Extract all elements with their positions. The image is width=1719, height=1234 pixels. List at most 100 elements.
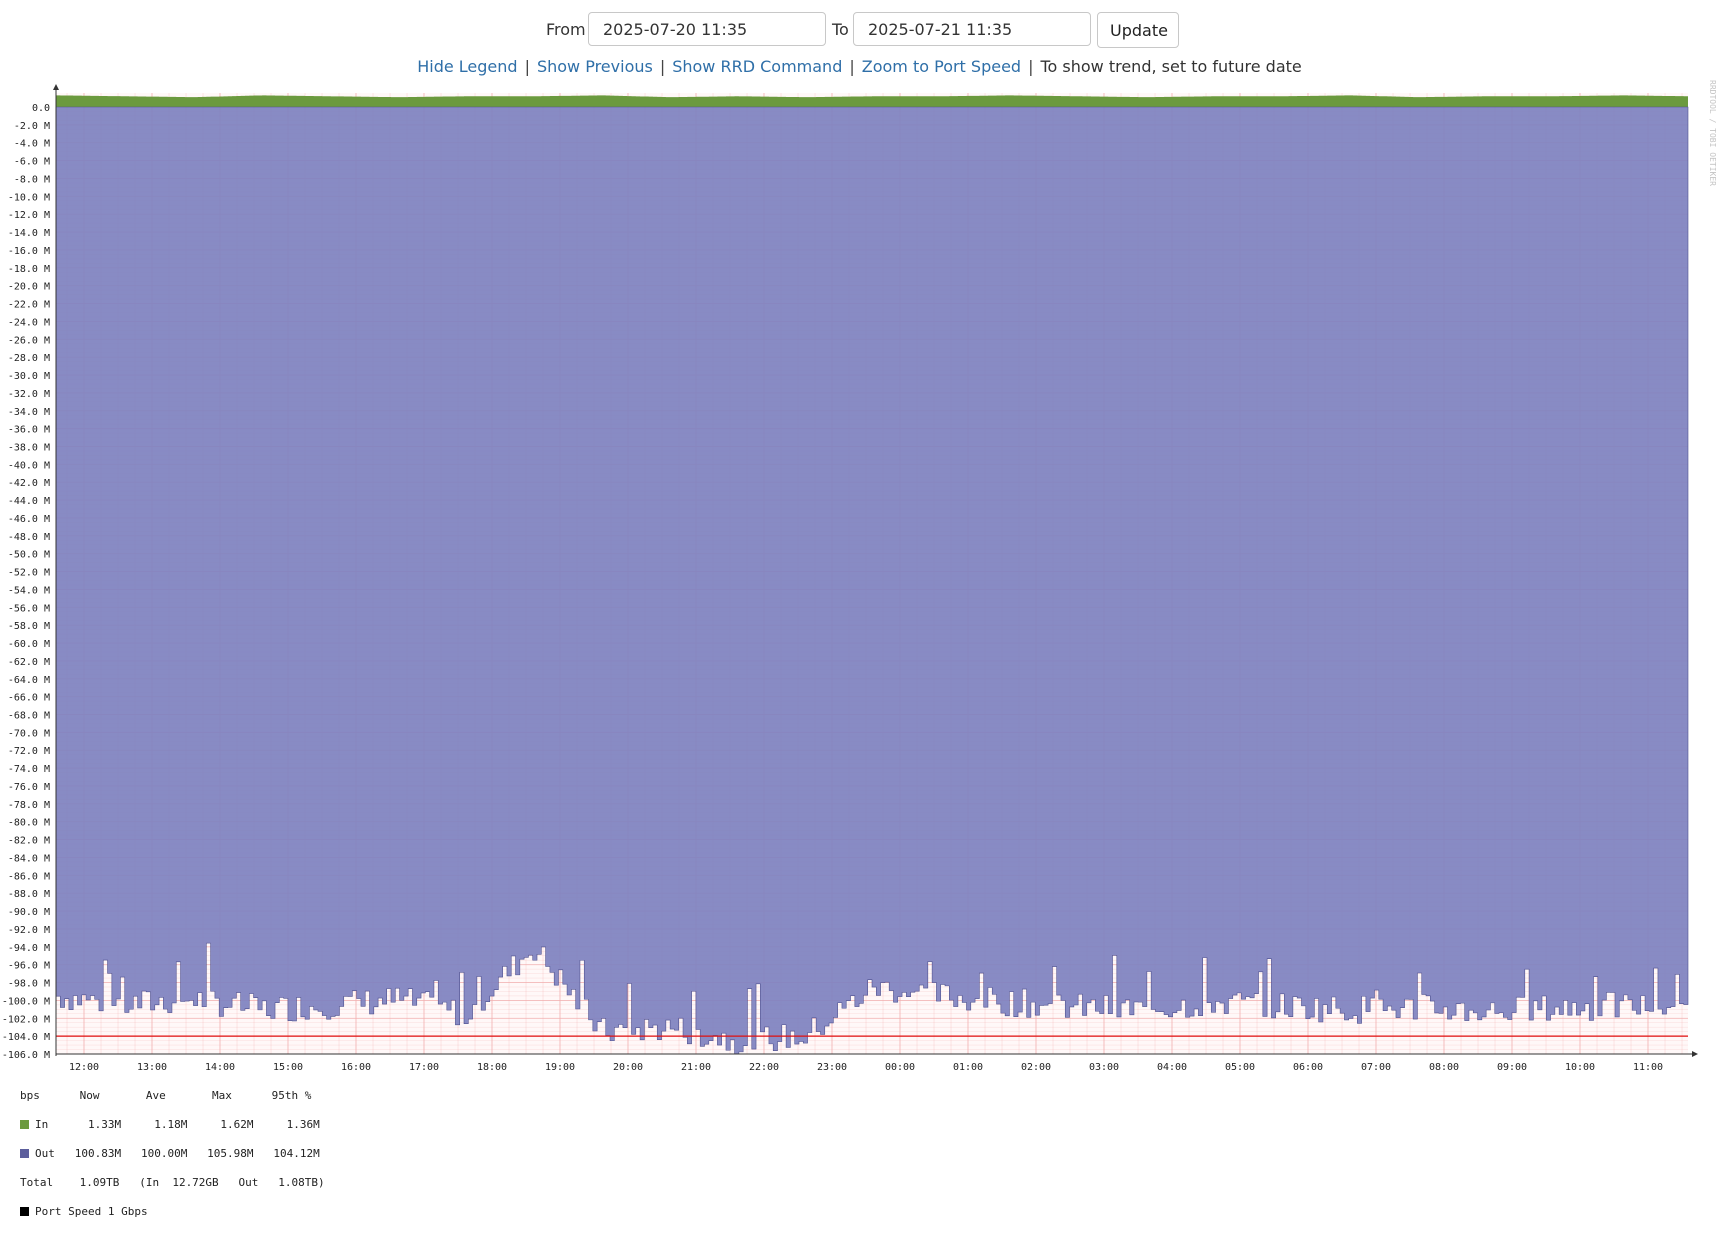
link-separator: | [849, 57, 855, 76]
out-swatch-icon [20, 1148, 29, 1158]
y-tick-label: -38.0 M [8, 442, 50, 453]
x-axis-ticks: 12:00 13:00 14:00 15:00 16:00 17:00 18:00 19:00… [69, 1062, 1663, 1070]
x-tick-label: 00:00 [885, 1062, 915, 1070]
y-tick-label: -2.0 M [14, 121, 50, 132]
x-tick-label: 23:00 [817, 1062, 847, 1070]
legend-in-row: In 1.33M 1.18M 1.62M 1.36M [20, 1118, 325, 1133]
x-tick-label: 07:00 [1361, 1062, 1391, 1070]
show-rrd-command-link[interactable]: Show RRD Command [672, 57, 842, 76]
y-tick-label: -94.0 M [8, 943, 50, 954]
to-label: To [832, 20, 849, 39]
y-tick-label: -74.0 M [8, 764, 50, 775]
legend: bps Now Ave Max 95th % In 1.33M 1.18M 1.… [20, 1074, 325, 1234]
update-button[interactable]: Update [1097, 12, 1179, 48]
y-tick-label: -86.0 M [8, 871, 50, 882]
y-tick-label: -34.0 M [8, 407, 50, 418]
y-tick-label: -40.0 M [8, 460, 50, 471]
y-tick-label: -54.0 M [8, 585, 50, 596]
y-tick-label: -64.0 M [8, 675, 50, 686]
legend-out-text: Out 100.83M 100.00M 105.98M 104.12M [35, 1146, 320, 1160]
y-tick-label: -30.0 M [8, 371, 50, 382]
link-separator: | [524, 57, 530, 76]
x-tick-label: 02:00 [1021, 1062, 1051, 1070]
in-traffic-area [56, 95, 1688, 107]
y-tick-label: -16.0 M [8, 246, 50, 257]
y-tick-label: -78.0 M [8, 800, 50, 811]
x-tick-label: 03:00 [1089, 1062, 1119, 1070]
y-tick-label: -48.0 M [8, 532, 50, 543]
y-tick-label: -4.0 M [14, 139, 50, 150]
legend-port-text: Port Speed 1 Gbps [35, 1204, 148, 1218]
hide-legend-link[interactable]: Hide Legend [417, 57, 517, 76]
x-tick-label: 19:00 [545, 1062, 575, 1070]
y-tick-label: -92.0 M [8, 925, 50, 936]
y-tick-label: -28.0 M [8, 353, 50, 364]
x-tick-label: 08:00 [1429, 1062, 1459, 1070]
y-tick-label: -26.0 M [8, 335, 50, 346]
x-tick-label: 11:00 [1633, 1062, 1663, 1070]
y-tick-label: -12.0 M [8, 210, 50, 221]
legend-header: bps Now Ave Max 95th % [20, 1088, 312, 1102]
from-date-input[interactable] [588, 12, 826, 46]
date-range-controls: From To Update [0, 12, 1719, 52]
x-tick-label: 10:00 [1565, 1062, 1595, 1070]
y-tick-label: -60.0 M [8, 639, 50, 650]
from-label: From [546, 20, 586, 39]
x-tick-label: 20:00 [613, 1062, 643, 1070]
y-tick-label: -46.0 M [8, 514, 50, 525]
y-tick-label: -98.0 M [8, 979, 50, 990]
y-tick-label: -36.0 M [8, 425, 50, 436]
y-tick-label: -66.0 M [8, 693, 50, 704]
x-tick-label: 15:00 [273, 1062, 303, 1070]
y-axis-ticks: 0.0 -2.0 M -4.0 M -6.0 M -8.0 M -10.0 M -12.0 … [2, 103, 50, 1061]
link-separator: | [659, 57, 666, 76]
y-tick-label: -22.0 M [8, 300, 50, 311]
zoom-port-speed-link[interactable]: Zoom to Port Speed [862, 57, 1021, 76]
graph-options-links: Hide Legend | Show Previous | Show RRD Comma… [0, 57, 1719, 76]
legend-out-row: Out 100.83M 100.00M 105.98M 104.12M [20, 1147, 325, 1162]
to-date-input[interactable] [853, 12, 1091, 46]
y-tick-label: -44.0 M [8, 496, 50, 507]
x-tick-label: 04:00 [1157, 1062, 1187, 1070]
x-tick-label: 13:00 [137, 1062, 167, 1070]
y-tick-label: -102.0 M [2, 1014, 50, 1025]
legend-in-text: In 1.33M 1.18M 1.62M 1.36M [35, 1117, 320, 1131]
legend-total-row: Total 1.09TB (In 12.72GB Out 1.08TB) [20, 1175, 325, 1189]
y-tick-label: -68.0 M [8, 711, 50, 722]
y-tick-label: -8.0 M [14, 174, 50, 185]
link-separator: | [1028, 57, 1034, 76]
x-tick-label: 09:00 [1497, 1062, 1527, 1070]
rrdtool-watermark: RRDTOOL / TOBI OETIKER [1708, 80, 1717, 186]
y-tick-label: -20.0 M [8, 282, 50, 293]
trend-note: To show trend, set to future date [1040, 57, 1302, 76]
y-tick-label: -106.0 M [2, 1050, 50, 1061]
y-tick-label: 0.0 [32, 103, 50, 114]
y-tick-label: -100.0 M [2, 996, 50, 1007]
y-tick-label: -88.0 M [8, 889, 50, 900]
y-tick-label: -56.0 M [8, 603, 50, 614]
y-tick-label: -80.0 M [8, 818, 50, 829]
y-tick-label: -42.0 M [8, 478, 50, 489]
y-tick-label: -62.0 M [8, 657, 50, 668]
port-swatch-icon [20, 1206, 29, 1216]
y-tick-label: -104.0 M [2, 1032, 50, 1043]
y-tick-label: -90.0 M [8, 907, 50, 918]
traffic-graph: 0.0 -2.0 M -4.0 M -6.0 M -8.0 M -10.0 M -12.0 … [2, 84, 1698, 1070]
y-tick-label: -84.0 M [8, 853, 50, 864]
y-tick-label: -70.0 M [8, 728, 50, 739]
x-tick-label: 16:00 [341, 1062, 371, 1070]
y-tick-label: -82.0 M [8, 836, 50, 847]
y-tick-label: -6.0 M [14, 157, 50, 168]
y-tick-label: -52.0 M [8, 568, 50, 579]
y-tick-label: -32.0 M [8, 389, 50, 400]
legend-port-row: Port Speed 1 Gbps [20, 1205, 325, 1220]
x-tick-label: 21:00 [681, 1062, 711, 1070]
x-axis-arrow-icon [1692, 1051, 1698, 1057]
y-tick-label: -50.0 M [8, 550, 50, 561]
show-previous-link[interactable]: Show Previous [537, 57, 653, 76]
x-tick-label: 18:00 [477, 1062, 507, 1070]
x-tick-label: 14:00 [205, 1062, 235, 1070]
y-tick-label: -58.0 M [8, 621, 50, 632]
x-tick-label: 01:00 [953, 1062, 983, 1070]
x-tick-label: 12:00 [69, 1062, 99, 1070]
